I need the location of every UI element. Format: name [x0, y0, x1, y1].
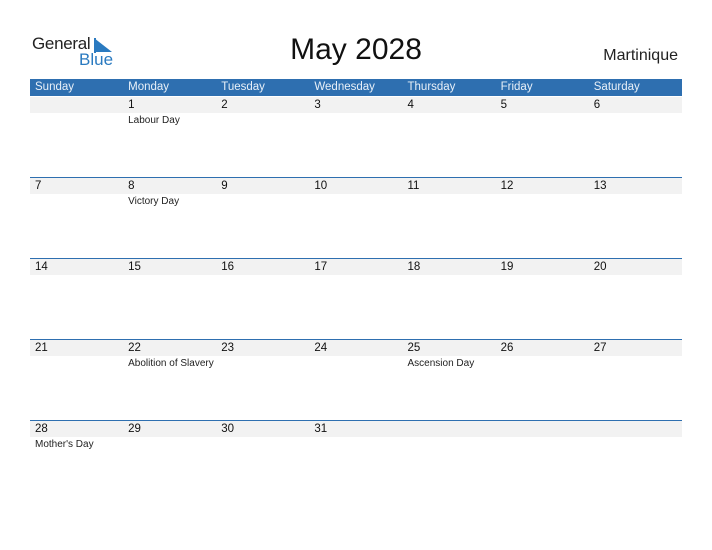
holiday-label: Victory Day	[128, 196, 180, 207]
day-cell: 28 Mother's Day	[30, 420, 123, 501]
day-cell: 9	[216, 177, 309, 258]
day-number: 15	[128, 261, 141, 273]
day-number: 3	[314, 99, 321, 111]
weekday-thursday: Thursday	[407, 81, 456, 93]
day-number: 14	[35, 261, 48, 273]
day-number: 31	[314, 423, 328, 435]
day-cell: 13	[589, 177, 682, 258]
day-cell: 5	[496, 96, 589, 177]
day-number: 24	[314, 342, 328, 354]
day-cell: 29	[123, 420, 216, 501]
day-cell	[496, 420, 589, 501]
day-number: 8	[128, 180, 135, 192]
holiday-label: Mother's Day	[35, 439, 94, 450]
day-cell: 18	[403, 258, 496, 339]
day-cell: 22 Abolition of Slavery	[123, 339, 216, 420]
day-number: 22	[128, 342, 141, 354]
day-cell: 12	[496, 177, 589, 258]
day-number: 27	[593, 342, 607, 354]
day-cell: 26	[496, 339, 589, 420]
day-number: 16	[221, 261, 235, 273]
day-cell: 7	[30, 177, 123, 258]
day-cell: 3	[309, 96, 402, 177]
day-cell: 17	[309, 258, 402, 339]
weekday-wednesday: Wednesday	[314, 81, 375, 93]
weekday-monday: Monday	[128, 81, 170, 93]
day-number: 26	[500, 342, 514, 354]
day-number: 13	[593, 180, 607, 192]
day-cell: 6	[589, 96, 682, 177]
holiday-label: Abolition of Slavery	[128, 358, 214, 369]
day-cell: 10	[309, 177, 402, 258]
day-cell	[589, 420, 682, 501]
week-row: 1 Labour Day 2 3 4 5 6	[30, 96, 682, 177]
weekday-sunday: Sunday	[35, 81, 75, 93]
day-cell: 23	[216, 339, 309, 420]
day-cell: 4	[403, 96, 496, 177]
day-cell: 31	[309, 420, 402, 501]
day-number: 28	[35, 423, 48, 435]
day-number: 1	[128, 99, 135, 111]
week-row: 28 Mother's Day 29 30 31	[30, 420, 682, 501]
holiday-label: Ascension Day	[407, 358, 475, 369]
day-number: 30	[221, 423, 235, 435]
day-cell: 2	[216, 96, 309, 177]
day-cell: 14	[30, 258, 123, 339]
day-number: 23	[221, 342, 235, 354]
day-number: 4	[407, 99, 414, 111]
day-cell: 24	[309, 339, 402, 420]
day-number: 20	[593, 261, 607, 273]
holiday-label: Labour Day	[128, 115, 180, 126]
day-cell: 8 Victory Day	[123, 177, 216, 258]
weekday-friday: Friday	[500, 81, 533, 93]
day-cell	[403, 420, 496, 501]
weekday-header: Sunday Monday Tuesday Wednesday Thursday…	[30, 79, 682, 96]
day-cell: 15	[123, 258, 216, 339]
day-number: 29	[128, 423, 141, 435]
day-number: 25	[407, 342, 421, 354]
day-cell	[30, 96, 123, 177]
day-cell: 30	[216, 420, 309, 501]
day-cell: 19	[496, 258, 589, 339]
day-number: 11	[407, 180, 420, 192]
day-number: 17	[314, 261, 328, 273]
weekday-tuesday: Tuesday	[221, 81, 265, 93]
day-cell: 20	[589, 258, 682, 339]
day-number: 6	[593, 99, 601, 111]
day-cell: 16	[216, 258, 309, 339]
day-cell: 25 Ascension Day	[403, 339, 496, 420]
day-cell: 1 Labour Day	[123, 96, 216, 177]
day-number: 12	[500, 180, 514, 192]
day-cell: 11	[403, 177, 496, 258]
day-number: 10	[314, 180, 328, 192]
week-row: 14 15 16 17 18 19 20	[30, 258, 682, 339]
country-label: Martinique	[603, 47, 678, 64]
day-number: 19	[500, 261, 514, 273]
day-number: 2	[221, 99, 228, 111]
day-number: 7	[35, 180, 42, 192]
day-number: 21	[35, 342, 48, 354]
week-row: 7 8 Victory Day 9 10 11 12 13	[30, 177, 682, 258]
day-number: 5	[500, 99, 508, 111]
weekday-saturday: Saturday	[593, 81, 640, 93]
week-row: 21 22 Abolition of Slavery 23 24 25 Ascension …	[30, 339, 682, 420]
day-number: 18	[407, 261, 421, 273]
day-cell: 27	[589, 339, 682, 420]
day-cell: 21	[30, 339, 123, 420]
day-number: 9	[221, 180, 228, 192]
